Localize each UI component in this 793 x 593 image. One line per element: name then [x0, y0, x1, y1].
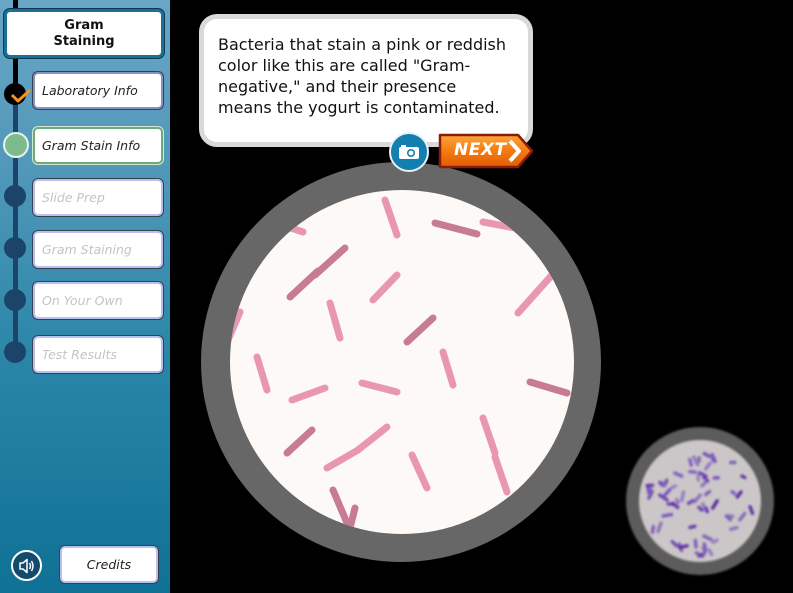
gram-positive-cell — [702, 475, 710, 483]
gram-positive-cell — [661, 512, 674, 518]
gram-positive-cell — [702, 451, 712, 459]
gram-positive-cell — [664, 478, 669, 485]
gram-positive-cell — [707, 548, 714, 557]
gram-positive-cell — [647, 487, 653, 495]
gram-positive-cell — [688, 524, 697, 530]
gram-positive-bacteria — [645, 451, 755, 559]
gram-positive-cell — [710, 499, 719, 510]
bacterium-rod — [346, 504, 359, 532]
gram-positive-cell — [700, 481, 707, 488]
camera-button[interactable] — [389, 132, 429, 172]
gram-positive-cell — [740, 474, 747, 480]
gram-positive-cell — [673, 471, 684, 478]
instruction-dialog: Bacteria that stain a pink or reddish co… — [199, 14, 533, 147]
slide-thumbnail-field — [639, 440, 761, 562]
gram-positive-cell — [738, 511, 747, 522]
camera-icon — [399, 145, 419, 159]
slide-thumbnail[interactable] — [626, 427, 774, 575]
next-button-label: NEXT — [454, 140, 507, 160]
gram-positive-cell — [702, 534, 713, 542]
gram-positive-cell — [656, 521, 663, 534]
gram-positive-cell — [686, 498, 696, 506]
gram-positive-cell — [704, 461, 712, 471]
gram-positive-cell — [710, 452, 717, 463]
gram-positive-cell — [688, 469, 697, 474]
gram-positive-cell — [663, 487, 672, 497]
gram-positive-cell — [701, 502, 708, 512]
gram-positive-cell — [679, 490, 686, 503]
gram-positive-cell — [697, 505, 704, 512]
gram-positive-cell — [730, 489, 737, 496]
gram-positive-cell — [688, 457, 694, 467]
gram-positive-cell — [693, 493, 702, 504]
gram-positive-cell — [701, 546, 707, 553]
instruction-text: Bacteria that stain a pink or reddish co… — [218, 35, 507, 117]
gram-positive-cell — [704, 489, 712, 497]
gram-positive-cell — [670, 484, 678, 490]
gram-positive-cell — [698, 471, 708, 479]
slide-field — [230, 190, 574, 534]
gram-positive-cell — [650, 524, 656, 535]
gram-positive-cell — [748, 505, 755, 516]
next-button[interactable]: NEXT — [438, 133, 534, 169]
gram-positive-cell — [670, 539, 679, 548]
gram-positive-cell — [735, 490, 743, 499]
gram-positive-cell — [660, 481, 667, 488]
gram-positive-cell — [677, 544, 689, 550]
gram-positive-cell — [693, 538, 698, 549]
gram-positive-cell — [728, 525, 739, 532]
gram-positive-cell — [674, 498, 680, 505]
gram-positive-cell — [692, 455, 700, 467]
gram-positive-cell — [711, 538, 719, 545]
